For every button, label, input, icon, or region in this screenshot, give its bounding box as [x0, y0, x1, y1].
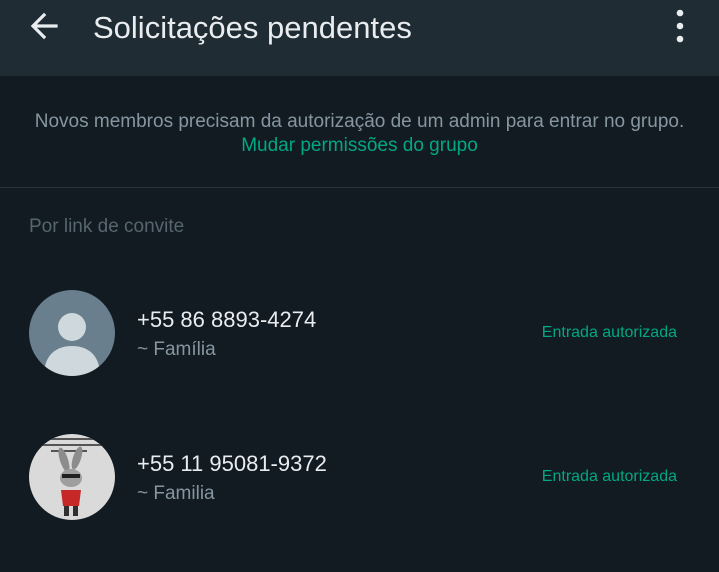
back-button[interactable] [18, 8, 70, 48]
requester-group-tag: ~ Familia [137, 483, 215, 504]
section-label: Por link de convite [29, 216, 185, 237]
app-bar: Solicitações pendentes [0, 0, 719, 76]
page-title: Solicitações pendentes [93, 10, 412, 45]
change-group-permissions-link[interactable]: Mudar permissões do grupo [241, 135, 478, 156]
requester-group-tag: ~ Família [137, 339, 216, 360]
more-options-button[interactable] [660, 6, 700, 50]
status-badge: Entrada autorizada [541, 324, 677, 341]
divider [0, 187, 719, 188]
requester-phone: +55 86 8893-4274 [137, 307, 317, 332]
rabbit-avatar-image [29, 434, 115, 520]
more-vertical-icon [675, 9, 685, 48]
request-row[interactable]: +55 11 95081-9372 ~ Familia Entrada auto… [0, 422, 719, 532]
arrow-left-icon [29, 11, 59, 46]
status-badge: Entrada autorizada [541, 468, 677, 485]
notice-text: Novos membros precisam da autorização de… [34, 111, 685, 132]
default-avatar-icon [29, 290, 115, 376]
approval-notice: Novos membros precisam da autorização de… [30, 110, 689, 158]
request-row[interactable]: +55 86 8893-4274 ~ Família Entrada autor… [0, 278, 719, 388]
requester-phone: +55 11 95081-9372 [137, 451, 327, 476]
